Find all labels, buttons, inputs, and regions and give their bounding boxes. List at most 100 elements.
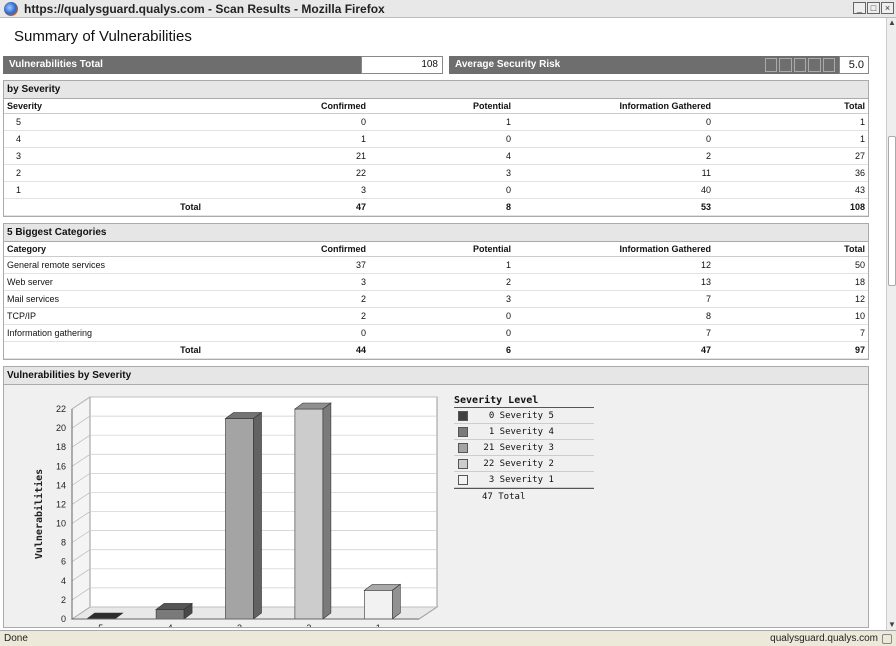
scroll-down-icon[interactable]: ▼ bbox=[887, 620, 896, 630]
close-icon[interactable]: × bbox=[881, 2, 894, 14]
bar-front bbox=[225, 418, 254, 620]
cell: 3 bbox=[369, 290, 514, 308]
y-tick-label: 16 bbox=[56, 461, 66, 471]
by-severity-title: by Severity bbox=[4, 81, 868, 99]
status-domain: qualysguard.qualys.com bbox=[770, 633, 878, 644]
legend-swatch bbox=[458, 474, 468, 485]
cell: 0 bbox=[204, 113, 369, 131]
severity-bar-chart: 0 2 4 6 8 10 12 14 16 18 20 22 Vulnerabilities 5 4 3 2 1 bbox=[33, 396, 439, 627]
cell: 3 bbox=[204, 181, 369, 199]
page-content: Summary of Vulnerabilities Vulnerabiliti… bbox=[0, 18, 886, 630]
window-controls: _ □ × bbox=[853, 2, 894, 14]
x-tick-label: 5 bbox=[98, 623, 103, 627]
y-tick-label: 0 bbox=[61, 614, 66, 624]
browser-window: https://qualysguard.qualys.com - Scan Re… bbox=[0, 0, 896, 646]
y-tick-label: 8 bbox=[61, 538, 66, 548]
categories-table: Category Confirmed Potential Information… bbox=[4, 242, 868, 359]
vuln-total-value: 108 bbox=[361, 56, 443, 74]
chart-panel: Vulnerabilities by Severity 0 2 4 6 8 10 12 14 1… bbox=[3, 366, 869, 628]
col-header: Confirmed bbox=[204, 242, 369, 257]
cell: 6 bbox=[369, 341, 514, 359]
y-axis-label: Vulnerabilities bbox=[33, 469, 45, 559]
firefox-icon bbox=[4, 1, 18, 16]
status-text: Done bbox=[4, 633, 28, 644]
page-title: Summary of Vulnerabilities bbox=[14, 28, 192, 45]
cell: 2 bbox=[4, 164, 204, 182]
cell: 0 bbox=[369, 181, 514, 199]
table-row: Information gathering 0 0 7 7 bbox=[4, 324, 868, 342]
legend-label: 22 Severity 2 bbox=[478, 458, 554, 469]
avg-risk-value: 5.0 bbox=[839, 56, 869, 74]
col-header: Category bbox=[4, 242, 204, 257]
y-tick-label: 14 bbox=[56, 480, 66, 490]
vertical-scrollbar[interactable]: ▲ ▼ bbox=[886, 18, 896, 630]
cell: Web server bbox=[4, 273, 204, 291]
table-row: 2 22 3 11 36 bbox=[4, 164, 868, 182]
bar-side bbox=[391, 583, 401, 620]
cell: 0 bbox=[369, 324, 514, 342]
table-row: 4 1 0 0 1 bbox=[4, 130, 868, 148]
bar-front bbox=[155, 609, 185, 620]
cell: 2 bbox=[204, 290, 369, 308]
cell: 1 bbox=[204, 130, 369, 148]
cell: 8 bbox=[514, 307, 714, 325]
x-tick-label: 4 bbox=[168, 623, 173, 627]
scroll-up-icon[interactable]: ▲ bbox=[887, 18, 896, 28]
cell: 2 bbox=[204, 307, 369, 325]
legend-total: 47 Total bbox=[454, 488, 594, 502]
cell: 43 bbox=[714, 181, 868, 199]
table-row: General remote services 37 1 12 50 bbox=[4, 256, 868, 274]
cell: 3 bbox=[369, 164, 514, 182]
cell: 0 bbox=[514, 113, 714, 131]
cell: 47 bbox=[204, 198, 369, 216]
legend-item: 3 Severity 1 bbox=[454, 472, 594, 488]
cell: Information gathering bbox=[4, 324, 204, 342]
cell: 3 bbox=[204, 273, 369, 291]
cell: 44 bbox=[204, 341, 369, 359]
total-row: Total 47 8 53 108 bbox=[4, 198, 868, 216]
bar-front bbox=[294, 408, 324, 620]
cell: Mail services bbox=[4, 290, 204, 308]
window-title: https://qualysguard.qualys.com - Scan Re… bbox=[24, 1, 385, 16]
cell: 0 bbox=[204, 324, 369, 342]
cell: 10 bbox=[714, 307, 868, 325]
table-row: 1 3 0 40 43 bbox=[4, 181, 868, 199]
table-row: 3 21 4 2 27 bbox=[4, 147, 868, 165]
scroll-thumb[interactable] bbox=[888, 136, 896, 286]
col-header: Potential bbox=[369, 242, 514, 257]
legend-item: 1 Severity 4 bbox=[454, 424, 594, 440]
maximize-icon[interactable]: □ bbox=[867, 2, 880, 14]
cell: 22 bbox=[204, 164, 369, 182]
cell: 27 bbox=[714, 147, 868, 165]
cell: 4 bbox=[369, 147, 514, 165]
cell: 1 bbox=[714, 113, 868, 131]
cell: 47 bbox=[514, 341, 714, 359]
cell: 2 bbox=[369, 273, 514, 291]
col-header: Information Gathered bbox=[514, 99, 714, 114]
cell: 0 bbox=[369, 307, 514, 325]
chart-side-wall bbox=[71, 396, 91, 620]
bar-front bbox=[363, 590, 393, 620]
lock-icon bbox=[882, 633, 892, 644]
status-bar: Done qualysguard.qualys.com bbox=[0, 630, 896, 646]
chart-legend: Severity Level 0 Severity 5 1 Severity 4… bbox=[454, 395, 594, 502]
cell: 37 bbox=[204, 256, 369, 274]
minimize-icon[interactable]: _ bbox=[853, 2, 866, 14]
cell: 1 bbox=[714, 130, 868, 148]
y-tick-label: 6 bbox=[61, 557, 66, 567]
col-header: Total bbox=[714, 99, 868, 114]
chart-back-wall bbox=[89, 396, 438, 608]
y-tick-label: 18 bbox=[56, 442, 66, 452]
cell: 36 bbox=[714, 164, 868, 182]
legend-label: 21 Severity 3 bbox=[478, 442, 554, 453]
cell: 0 bbox=[369, 130, 514, 148]
avg-risk-bar: Average Security Risk 5.0 bbox=[449, 56, 869, 74]
x-tick-label: 3 bbox=[237, 623, 242, 627]
y-tick-label: 12 bbox=[56, 499, 66, 509]
title-bar: https://qualysguard.qualys.com - Scan Re… bbox=[0, 0, 896, 18]
cell: 1 bbox=[369, 256, 514, 274]
by-severity-panel: by Severity Severity Confirmed Potential… bbox=[3, 80, 869, 217]
cell: 8 bbox=[369, 198, 514, 216]
y-tick-label: 2 bbox=[61, 595, 66, 605]
cell: 50 bbox=[714, 256, 868, 274]
